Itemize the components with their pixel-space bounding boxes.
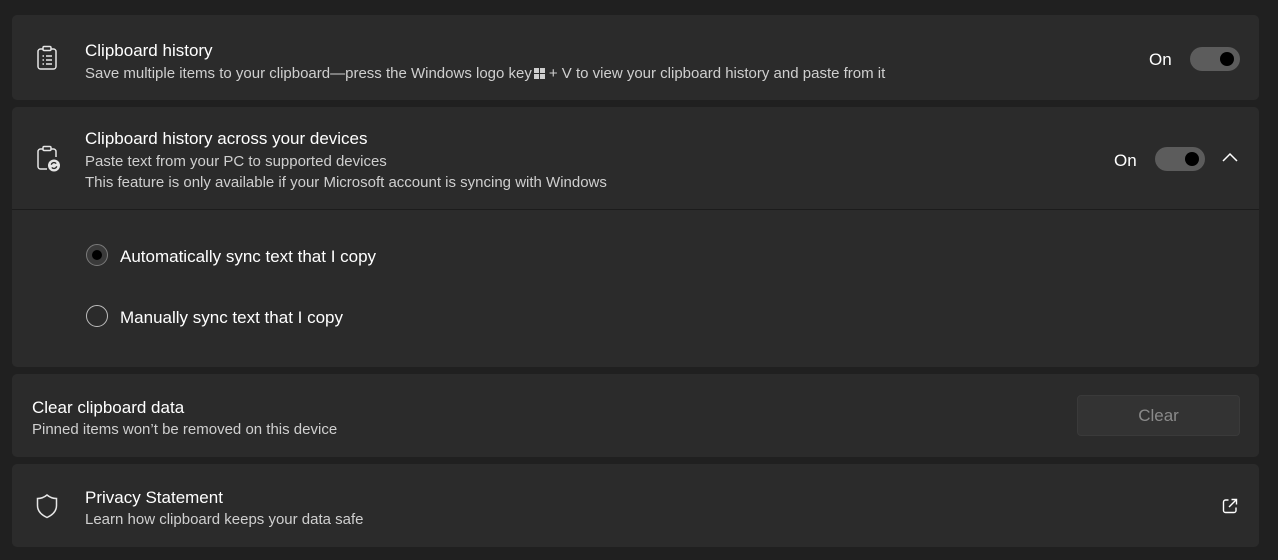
clear-button[interactable]: Clear xyxy=(1077,395,1240,436)
toggle-knob xyxy=(1220,52,1234,66)
clipboard-history-state-label: On xyxy=(1149,50,1172,69)
auto-sync-label[interactable]: Automatically sync text that I copy xyxy=(120,247,376,267)
sync-devices-description-line1: Paste text from your PC to supported dev… xyxy=(85,153,387,170)
sync-devices-state-label: On xyxy=(1114,151,1137,170)
privacy-card[interactable]: Privacy Statement Learn how clipboard ke… xyxy=(12,464,1259,547)
clear-data-title: Clear clipboard data xyxy=(32,398,185,417)
section-divider xyxy=(12,209,1259,210)
clipboard-history-toggle[interactable] xyxy=(1190,47,1240,71)
clipboard-history-title: Clipboard history xyxy=(85,41,213,60)
privacy-title: Privacy Statement xyxy=(85,488,223,507)
toggle-knob xyxy=(1185,152,1199,166)
clipboard-list-icon xyxy=(35,45,59,71)
external-link-icon[interactable] xyxy=(1221,497,1239,515)
auto-sync-radio[interactable] xyxy=(86,244,108,266)
clipboard-history-description: Save multiple items to your clipboard—pr… xyxy=(85,65,885,82)
manual-sync-label[interactable]: Manually sync text that I copy xyxy=(120,308,343,328)
sync-devices-title: Clipboard history across your devices xyxy=(85,129,368,148)
sync-devices-toggle[interactable] xyxy=(1155,147,1205,171)
clear-data-description: Pinned items won’t be removed on this de… xyxy=(32,421,338,438)
manual-sync-radio[interactable] xyxy=(86,305,108,327)
shield-icon xyxy=(35,493,59,519)
sync-devices-card: Clipboard history across your devices Pa… xyxy=(12,107,1259,367)
clipboard-history-card: Clipboard history Save multiple items to… xyxy=(12,15,1259,100)
clipboard-sync-icon xyxy=(35,145,60,172)
chevron-up-icon[interactable] xyxy=(1221,151,1239,165)
sync-devices-description-line2: This feature is only available if your M… xyxy=(85,174,607,191)
privacy-description: Learn how clipboard keeps your data safe xyxy=(85,511,364,528)
description-text-after-key: + V to view your clipboard history and p… xyxy=(548,65,886,82)
description-text-before-key: Save multiple items to your clipboard—pr… xyxy=(85,65,532,82)
windows-logo-icon xyxy=(533,66,545,79)
clear-data-card: Clear clipboard data Pinned items won’t … xyxy=(12,374,1259,457)
